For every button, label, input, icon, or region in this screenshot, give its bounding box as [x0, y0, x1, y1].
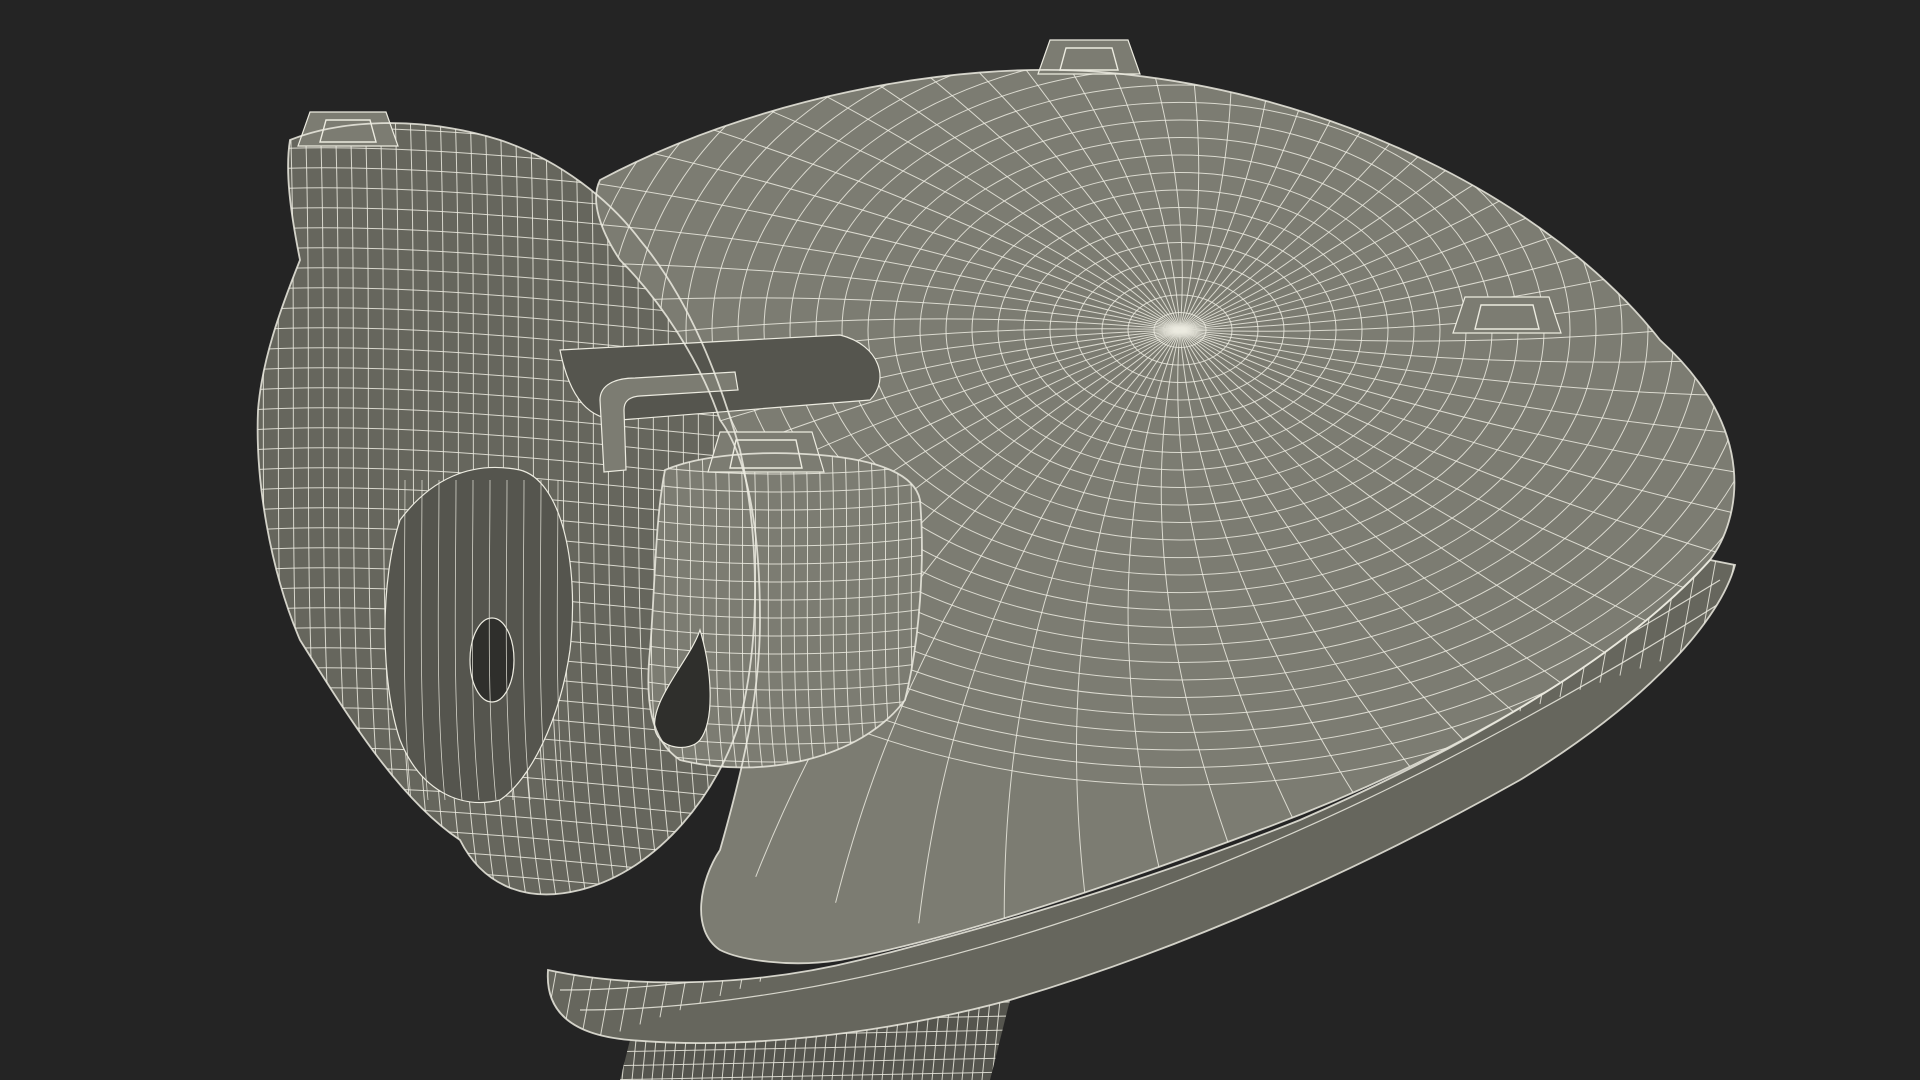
pad-top — [1059, 47, 1119, 71]
wire-edge — [250, 908, 760, 940]
screw-hole — [469, 617, 515, 703]
pad-top — [1474, 304, 1540, 330]
wire-edge — [257, 887, 755, 895]
render-viewport — [0, 0, 1920, 1080]
wireframe-scene — [250, 39, 1737, 1080]
